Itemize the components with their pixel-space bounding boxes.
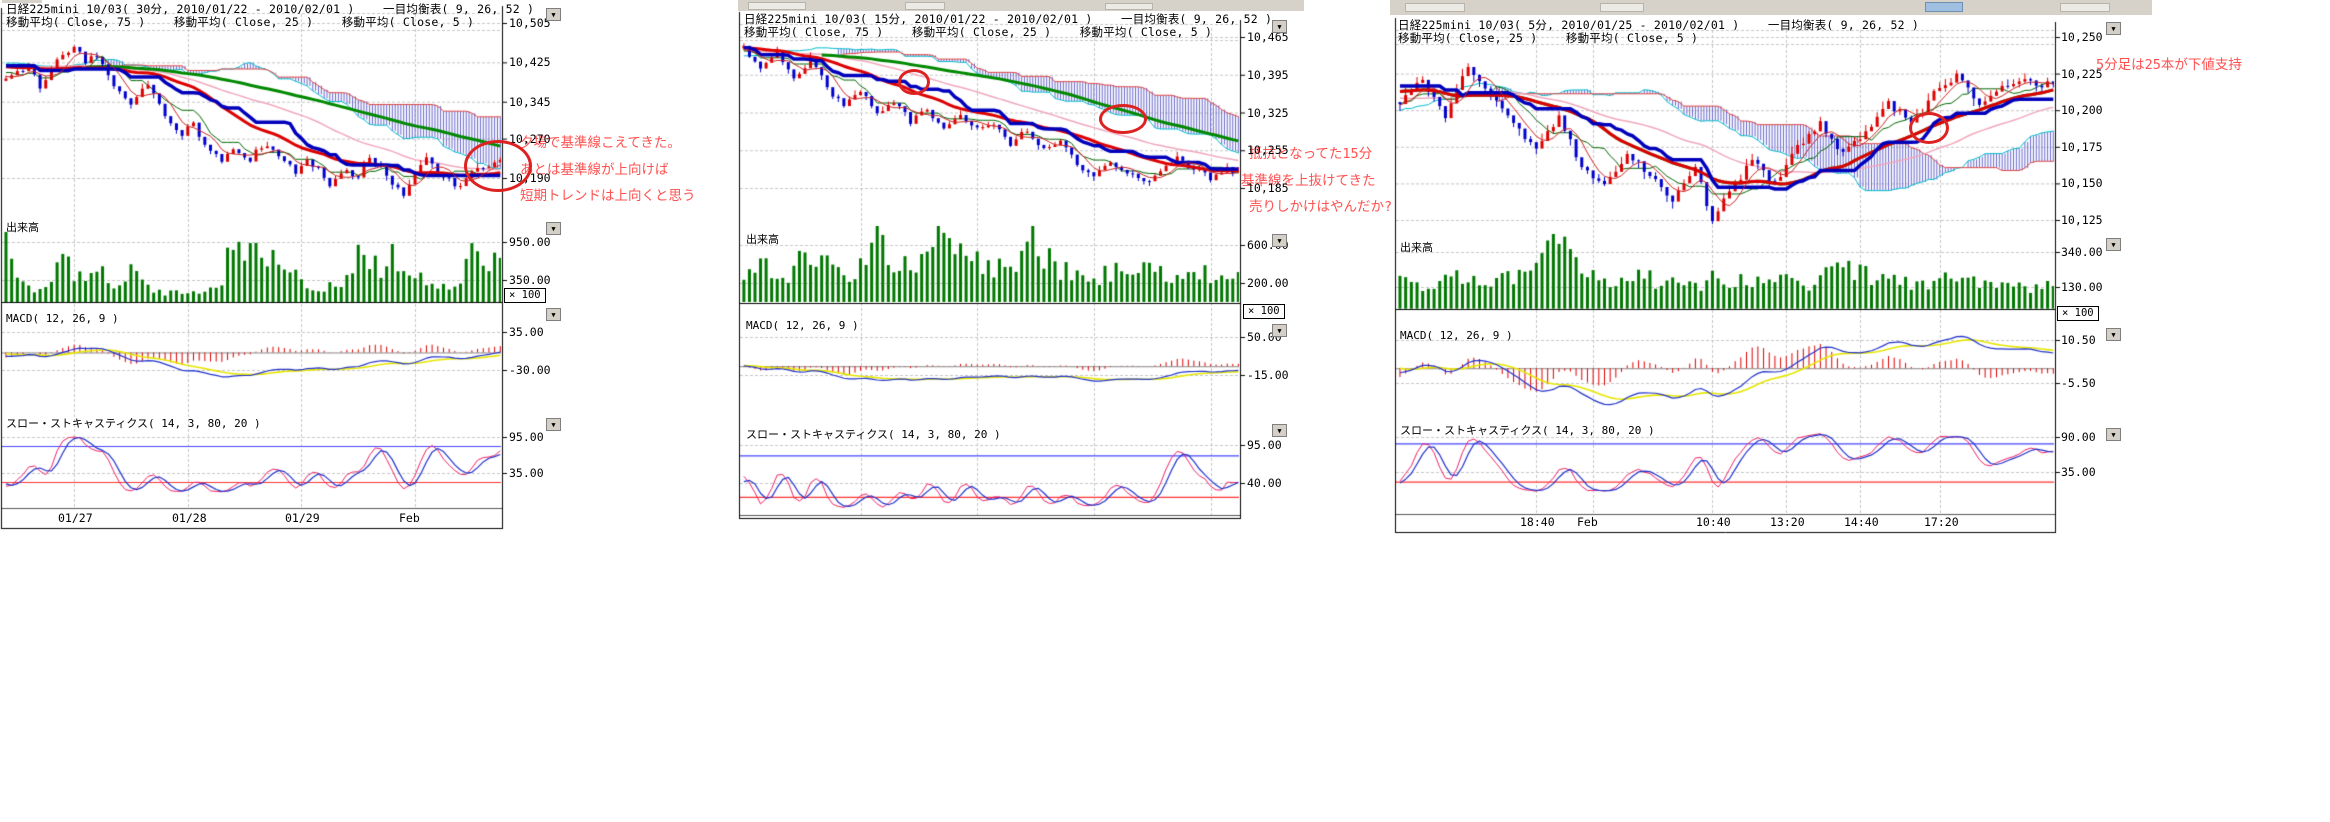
charts-canvas: [0, 0, 2330, 822]
window-top-strip: [1390, 0, 2152, 15]
collapse-pane-button[interactable]: ▼: [1272, 20, 1287, 33]
chart2-macd-label: MACD( 12, 26, 9 ): [746, 319, 859, 332]
stoch-tick-label: 40.00: [1247, 477, 1282, 489]
annotation-text: 売りしかけはやんだか?: [1249, 200, 1392, 215]
macd-tick-label: -30.00: [509, 364, 551, 376]
macd-tick-label: -15.00: [1247, 369, 1289, 381]
volume-tick-label: 350.00: [509, 274, 551, 286]
annotation-text: 短期トレンドは上向くと思う: [520, 189, 696, 204]
annotation-text: 5分足は25本が下値支持: [2096, 58, 2242, 73]
time-tick-label: Feb: [399, 512, 420, 524]
macd-tick-label: 35.00: [509, 326, 544, 338]
time-tick-label: 18:40: [1520, 516, 1555, 528]
volume-tick-label: 130.00: [2061, 281, 2103, 293]
chart1-volume-multiplier: × 100: [504, 288, 546, 303]
price-tick-label: 10,505: [509, 17, 551, 29]
price-tick-label: 10,250: [2061, 31, 2103, 43]
price-tick-label: 10,395: [1247, 69, 1289, 81]
volume-tick-label: 950.00: [509, 236, 551, 248]
price-tick-label: 10,425: [509, 56, 551, 68]
stoch-tick-label: 35.00: [509, 467, 544, 479]
chart1-macd-label: MACD( 12, 26, 9 ): [6, 312, 119, 325]
collapse-pane-button[interactable]: ▼: [2106, 238, 2121, 251]
time-tick-label: Feb: [1577, 516, 1598, 528]
volume-tick-label: 340.00: [2061, 246, 2103, 258]
volume-tick-label: 200.00: [1247, 277, 1289, 289]
chart1-ma-legend: 移動平均( Close, 75 ) 移動平均( Close, 25 ) 移動平均…: [6, 16, 474, 29]
collapse-pane-button[interactable]: ▼: [2106, 328, 2121, 341]
chart3-volume-label: 出来高: [1400, 241, 1433, 254]
collapse-pane-button[interactable]: ▼: [1272, 424, 1287, 437]
time-tick-label: 01/28: [172, 512, 207, 524]
collapse-pane-button[interactable]: ▼: [2106, 428, 2121, 441]
collapse-pane-button[interactable]: ▼: [546, 8, 561, 21]
time-tick-label: 17:20: [1924, 516, 1959, 528]
price-tick-label: 10,175: [2061, 141, 2103, 153]
window-fragment: [905, 2, 945, 10]
collapse-pane-button[interactable]: ▼: [546, 222, 561, 235]
annotation-ellipse: [464, 140, 532, 192]
stoch-tick-label: 95.00: [1247, 439, 1282, 451]
price-tick-label: 10,125: [2061, 214, 2103, 226]
collapse-pane-button[interactable]: ▼: [546, 418, 561, 431]
macd-tick-label: -5.50: [2061, 377, 2096, 389]
stoch-tick-label: 90.00: [2061, 431, 2096, 443]
time-tick-label: 10:40: [1696, 516, 1731, 528]
annotation-ellipse: [898, 69, 930, 95]
stoch-tick-label: 35.00: [2061, 466, 2096, 478]
chart2-volume-label: 出来高: [746, 233, 779, 246]
time-tick-label: 01/29: [285, 512, 320, 524]
price-tick-label: 10,225: [2061, 68, 2103, 80]
time-tick-label: 14:40: [1844, 516, 1879, 528]
macd-tick-label: 10.50: [2061, 334, 2096, 346]
chart2-ma-legend: 移動平均( Close, 75 ) 移動平均( Close, 25 ) 移動平均…: [744, 26, 1212, 39]
price-tick-label: 10,345: [509, 96, 551, 108]
collapse-pane-button[interactable]: ▼: [2106, 22, 2121, 35]
chart3-volume-multiplier: × 100: [2057, 306, 2099, 321]
chart1-stoch-label: スロー・ストキャスティクス( 14, 3, 80, 20 ): [6, 417, 261, 430]
stoch-tick-label: 95.00: [509, 431, 544, 443]
time-tick-label: 01/27: [58, 512, 93, 524]
price-tick-label: 10,255: [1247, 144, 1289, 156]
annotation-ellipse: [1099, 104, 1147, 134]
window-fragment: [1600, 3, 1644, 12]
collapse-pane-button[interactable]: ▼: [1272, 324, 1287, 337]
window-fragment: [1925, 2, 1963, 12]
window-fragment: [1405, 3, 1465, 12]
chart3-macd-label: MACD( 12, 26, 9 ): [1400, 329, 1513, 342]
trading-app-workspace: 日経225mini 10/03( 30分, 2010/01/22 - 2010/…: [0, 0, 2330, 822]
chart3-ma-legend: 移動平均( Close, 25 ) 移動平均( Close, 5 ): [1398, 32, 1698, 45]
price-tick-label: 10,150: [2061, 177, 2103, 189]
time-tick-label: 13:20: [1770, 516, 1805, 528]
annotation-ellipse: [1909, 112, 1949, 144]
price-tick-label: 10,325: [1247, 107, 1289, 119]
price-tick-label: 10,200: [2061, 104, 2103, 116]
collapse-pane-button[interactable]: ▼: [546, 308, 561, 321]
chart3-stoch-label: スロー・ストキャスティクス( 14, 3, 80, 20 ): [1400, 424, 1655, 437]
window-fragment: [1105, 3, 1153, 10]
chart1-volume-label: 出来高: [6, 221, 39, 234]
price-tick-label: 10,185: [1247, 182, 1289, 194]
chart2-stoch-label: スロー・ストキャスティクス( 14, 3, 80, 20 ): [746, 428, 1001, 441]
window-fragment: [2060, 3, 2110, 12]
window-top-strip: [738, 0, 1304, 11]
collapse-pane-button[interactable]: ▼: [1272, 234, 1287, 247]
window-fragment: [748, 2, 806, 10]
chart2-volume-multiplier: × 100: [1243, 304, 1285, 319]
